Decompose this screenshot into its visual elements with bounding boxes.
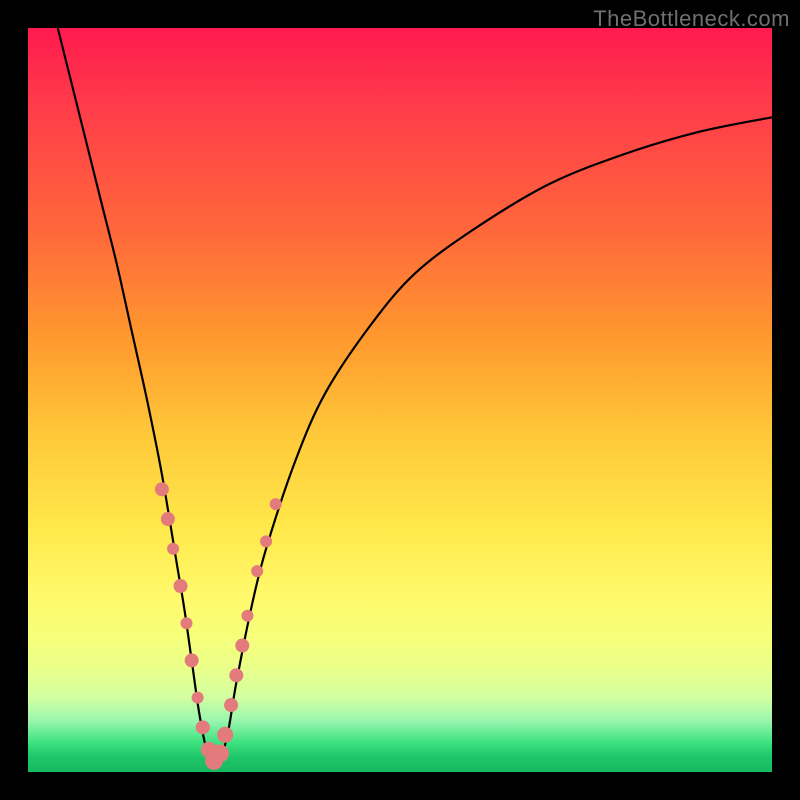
bottleneck-curve (58, 28, 772, 765)
sample-dot (196, 720, 210, 734)
chart-svg (28, 28, 772, 772)
sample-dot (235, 639, 249, 653)
chart-frame: TheBottleneck.com (0, 0, 800, 800)
sample-dot (229, 668, 243, 682)
sample-dot (192, 692, 204, 704)
sample-dot (211, 744, 229, 762)
sample-dot (185, 653, 199, 667)
sample-dot (174, 579, 188, 593)
sample-dot (167, 543, 179, 555)
sample-dot (161, 512, 175, 526)
sample-dot (155, 482, 169, 496)
sample-dot (241, 610, 253, 622)
watermark-text: TheBottleneck.com (593, 6, 790, 32)
sample-dot (251, 565, 263, 577)
sample-dot (180, 617, 192, 629)
sample-dot (217, 727, 233, 743)
sample-dots-group (155, 482, 282, 770)
plot-area (28, 28, 772, 772)
sample-dot (260, 535, 272, 547)
sample-dot (224, 698, 238, 712)
sample-dot (270, 498, 282, 510)
